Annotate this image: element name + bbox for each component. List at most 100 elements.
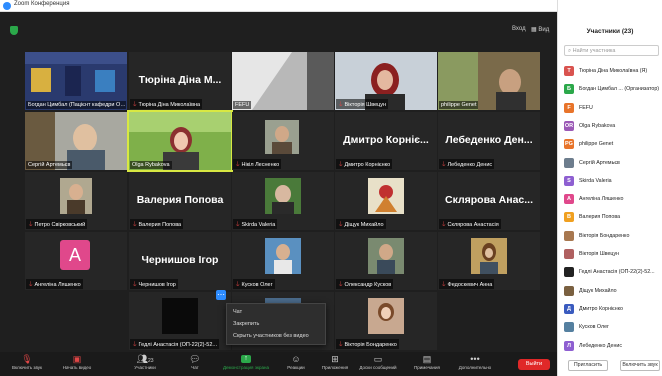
participant-row[interactable]: S Skirda Valeria [564,175,661,187]
video-tile-active-speaker[interactable]: Olga Rybakova [127,110,233,172]
participant-row[interactable]: Гедлі Анастасія (ОП-22(2)-52... [564,267,661,278]
participant-row[interactable]: Кусков Олег [564,322,661,333]
muted-mic-icon: ⏚ [338,162,344,168]
participant-avatar [564,285,574,296]
apps-button[interactable]: ⊞ Приложения [318,354,352,370]
participant-row[interactable]: Т Тюріна Діна Миколаївна (Я) [564,66,661,77]
participant-name: Дмитро Корнієнко [579,305,624,312]
grid-view-button[interactable]: ▦ Вид [531,26,549,33]
participant-row[interactable]: Діщук Михайло [564,285,661,297]
video-tile[interactable]: Валерия Попова ⏚Валерия Попова [129,172,231,230]
participants-button[interactable]: 👥︎23 Участники [130,354,160,370]
leave-meeting-button[interactable]: Выйти [518,359,550,370]
participant-name: Вікторія Швецун [579,251,620,257]
unmute-all-button[interactable]: Включить звук [620,360,660,371]
participant-avatar: Л [564,340,574,351]
participant-name: philippe Genet [579,141,614,148]
chat-button[interactable]: 💬︎ Чат [183,354,207,370]
participant-row[interactable]: F FEFU [564,102,661,114]
more-button[interactable]: ••• Дополнительно [452,354,498,370]
video-tile[interactable]: Дмитро Корніє... ⏚Дмитро Корнієнко [335,112,437,170]
participant-row[interactable]: Б Богдан Цимбал ... (Организатор) [564,84,661,95]
participant-row[interactable]: Д Дмитро Корнієнко [564,303,661,315]
participant-search-input[interactable]: ⌕ Найти участника [564,45,659,56]
view-label[interactable]: Вход [512,26,526,32]
participant-row[interactable]: Сергій Артемьєв [564,157,661,169]
video-tile[interactable]: Чернишов Ігор ⏚Чернишов Ігор [129,232,231,290]
menu-item-pin[interactable]: Закрепить [233,321,259,327]
start-video-button[interactable]: ▣ Начать видео [62,354,92,370]
participants-count: 23 [147,358,154,364]
muted-mic-icon: ⏚ [338,102,344,108]
participant-row[interactable]: Л Лебеденко Денис [564,340,661,352]
participant-label: ⏚Skirda Valeria [233,219,278,229]
video-tile[interactable]: Сергій Артемьєв [25,112,127,170]
video-tile[interactable]: ⏚Кусков Олег [232,232,334,290]
invite-button[interactable]: Пригласить [568,360,608,371]
whiteboard-label: Доски сообщений [359,365,397,370]
reactions-button[interactable]: ☺ Реакции [283,354,309,370]
share-screen-button[interactable]: ↑ Демонстрация экрана [217,354,275,370]
zoom-app: Zoom Конференция Вход ▦ Вид Богдан Цимба… [0,0,662,376]
participant-label: ⏚Кусков Олег [233,279,275,289]
video-tile[interactable]: FEFU [232,52,334,110]
participant-avatar [564,249,574,259]
participant-label: ⏚Нікіл Лесненко [233,159,282,169]
participant-row[interactable]: Вікторія Бондаренко [564,230,661,242]
video-tile[interactable]: Тюріна Діна М... ⏚Тюріна Діна Миколаївна [129,52,231,110]
participant-avatar: A [564,194,574,205]
participant-name: FEFU [579,104,593,111]
video-tile[interactable]: ⏚Діщук Михайло [335,172,437,230]
participant-label: ⏚Склярова Анастасія [439,219,501,229]
video-tile[interactable]: Лебеденко Ден... ⏚Лебеденко Денис [438,112,540,170]
video-tile[interactable]: ⏚Skirda Valeria [232,172,334,230]
video-tile[interactable]: ⏚Олександр Кусков [335,232,437,290]
participant-row[interactable]: PG philippe Genet [564,139,661,150]
video-tile[interactable]: Богдан Цимбал (Пацієнт кафедри О… [25,52,127,110]
participant-label: ⏚Гедлі Анастасія (ОП-22(2)-52... [130,339,220,349]
whiteboard-button[interactable]: ▭ Доски сообщений [356,354,400,370]
apps-label: Приложения [321,365,349,370]
muted-mic-icon: ⏚ [132,222,138,228]
participant-label: ⏚Валерия Попова [130,219,184,229]
participant-row[interactable]: A Ангеліна Ляшенко [564,194,661,205]
muted-mic-icon: ⏚ [235,282,241,288]
menu-item-hide-non-video[interactable]: Скрыть участников без видео [233,333,309,339]
share-screen-label: Демонстрация экрана [223,365,269,370]
muted-mic-icon: ⏚ [338,342,344,348]
participant-label: philippe Genet [439,101,479,109]
participant-avatar: Д [564,303,574,314]
video-tile[interactable]: ⏚Вікторія Швецун [335,52,437,110]
video-tile[interactable]: ⏚Федоскевич Анна [438,232,540,290]
muted-mic-icon: ⏚ [28,222,34,228]
notes-button[interactable]: ▤ Примечания [410,354,444,370]
tile-options-button[interactable]: ⋯ [216,290,226,300]
notes-label: Примечания [414,365,440,370]
video-tile[interactable]: ⏚Вікторія Бондаренко [335,292,437,350]
participant-avatar [564,267,574,278]
muted-mic-icon: ⏚ [132,282,138,288]
menu-item-chat[interactable]: Чат [233,309,242,315]
participant-label: ⏚Вікторія Бондаренко [336,339,399,349]
search-icon: ⌕ [568,48,572,54]
participant-label: ⏚Ангеліна Ляшенко [26,279,83,289]
security-shield-icon[interactable] [10,26,18,35]
video-tile[interactable]: ⏚Нікіл Лесненко [232,112,334,170]
chat-label: Чат [191,365,199,370]
participant-avatar [564,230,574,241]
video-tile[interactable]: Склярова Анас... ⏚Склярова Анастасія [438,172,540,230]
video-tile[interactable]: ⏚Гедлі Анастасія (ОП-22(2)-52... [129,292,231,350]
participant-name: Гедлі Анастасія (ОП-22(2)-52... [579,269,655,276]
video-off-icon: ▣ [72,354,82,364]
participant-name: Діщук Михайло [579,287,617,294]
participant-name: Olga Rybakova [579,122,616,129]
participant-label: ⏚Тюріна Діна Миколаївна [130,99,203,109]
video-tile[interactable]: philippe Genet [438,52,540,110]
video-tile[interactable]: ⏚Петро Свірковський [25,172,127,230]
participant-row[interactable]: В Валерия Попова [564,212,661,223]
participant-row[interactable]: OR Olga Rybakova [564,120,661,132]
unmute-button[interactable]: 🎙︎ Включить звук [12,354,42,370]
video-tile[interactable]: A ⏚Ангеліна Ляшенко [25,232,127,290]
participants-icon: 👥︎23 [136,354,154,364]
participant-row[interactable]: Вікторія Швецун [564,249,661,260]
